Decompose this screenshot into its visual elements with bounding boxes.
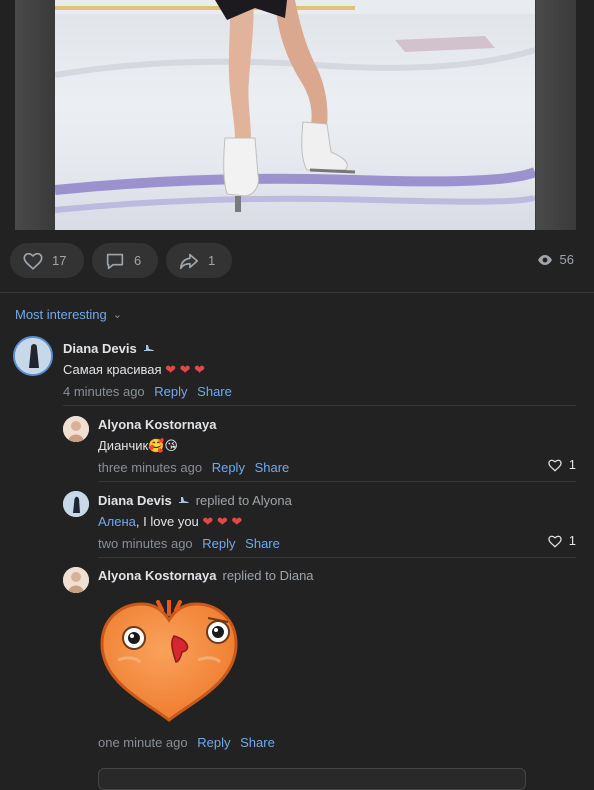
reply-link[interactable]: Reply (197, 735, 230, 750)
avatar[interactable] (63, 416, 89, 442)
comment-text: Дианчик🥰😘 (98, 438, 178, 453)
avatar-image (63, 491, 89, 517)
comment-text-row: Самая красивая ❤ ❤ ❤ (63, 362, 232, 378)
comment-time: two minutes ago (98, 536, 193, 551)
comment-meta: one minute ago Reply Share (98, 735, 275, 750)
view-counter: 56 (537, 252, 574, 267)
heart-outline-icon (23, 252, 43, 270)
comment-time: 4 minutes ago (63, 384, 145, 399)
skate-badge-icon (143, 344, 154, 351)
comment-divider (98, 481, 576, 482)
comment-item: Diana Devis Самая красивая ❤ ❤ ❤ 4 minut… (63, 341, 232, 399)
comment-item: Alyona Kostornaya replied to Diana (98, 568, 314, 583)
comment-author[interactable]: Alyona Kostornaya (98, 568, 216, 583)
hearts-emoji: ❤ ❤ ❤ (165, 362, 206, 377)
avatar-image (63, 416, 89, 442)
comment-author[interactable]: Alyona Kostornaya (98, 417, 216, 432)
section-divider (0, 292, 594, 293)
view-count: 56 (559, 252, 574, 267)
comment-text: Самая красивая (63, 362, 162, 377)
share-count: 1 (208, 253, 216, 268)
comment-meta: 4 minutes ago Reply Share (63, 384, 232, 399)
heart-bird-sticker[interactable] (98, 600, 240, 725)
video-frame (55, 0, 535, 230)
post-media[interactable] (15, 0, 576, 230)
mention-link[interactable]: Алена (98, 514, 136, 529)
like-count: 17 (52, 253, 67, 268)
avatar[interactable] (63, 491, 89, 517)
media-letterbox-right (536, 0, 576, 230)
reply-link[interactable]: Reply (212, 460, 245, 475)
share-button[interactable]: 1 (166, 243, 232, 278)
heart-outline-icon (548, 535, 562, 548)
reply-link[interactable]: Reply (154, 384, 187, 399)
chevron-down-icon: ⌄ (112, 309, 122, 321)
avatar-image (15, 338, 51, 374)
comment-divider (63, 405, 576, 406)
comment-author-row: Diana Devis (63, 341, 232, 356)
comment-meta: two minutes ago Reply Share (98, 536, 292, 551)
comment-button[interactable]: 6 (92, 243, 158, 278)
comment-like-button[interactable]: 1 (547, 457, 576, 472)
share-link[interactable]: Share (245, 536, 280, 551)
heart-outline-icon (548, 459, 562, 472)
post-actions: 17 6 1 56 (10, 243, 584, 279)
comment-time: one minute ago (98, 735, 188, 750)
avatar[interactable] (13, 336, 53, 376)
eye-icon (537, 254, 552, 265)
comment-like-count: 1 (568, 457, 576, 472)
share-link[interactable]: Share (240, 735, 275, 750)
avatar-image (63, 567, 89, 593)
skate-badge-icon (178, 496, 189, 503)
comment-divider (98, 557, 576, 558)
sort-label: Most interesting (15, 307, 107, 322)
comment-icon (106, 253, 124, 269)
skater-illustration (55, 0, 535, 213)
comment-count: 6 (134, 253, 142, 268)
comment-meta: three minutes ago Reply Share (98, 460, 289, 475)
comment-like-count: 1 (568, 533, 576, 548)
share-link[interactable]: Share (255, 460, 290, 475)
share-arrow-icon (179, 253, 199, 269)
comment-item: Alyona Kostornaya Дианчик🥰😘 three minute… (98, 417, 289, 475)
avatar[interactable] (63, 567, 89, 593)
comment-like-button[interactable]: 1 (547, 533, 576, 548)
media-letterbox-left (15, 0, 55, 230)
reply-link[interactable]: Reply (202, 536, 235, 551)
replied-to[interactable]: replied to Alyona (196, 493, 292, 508)
hearts-emoji: ❤ ❤ ❤ (202, 514, 243, 529)
comment-meta-wrap: one minute ago Reply Share (98, 735, 275, 750)
comments-sort-dropdown[interactable]: Most interesting ⌄ (15, 307, 122, 322)
comment-time: three minutes ago (98, 460, 203, 475)
share-link[interactable]: Share (197, 384, 232, 399)
replied-to[interactable]: replied to Diana (222, 568, 313, 583)
reply-input[interactable] (98, 768, 526, 790)
comment-author[interactable]: Diana Devis (98, 493, 172, 508)
comment-text: , I love you (135, 514, 199, 529)
like-button[interactable]: 17 (10, 243, 84, 278)
comment-author[interactable]: Diana Devis (63, 341, 137, 356)
comment-item: Diana Devis replied to Alyona Алена, I l… (98, 493, 292, 551)
